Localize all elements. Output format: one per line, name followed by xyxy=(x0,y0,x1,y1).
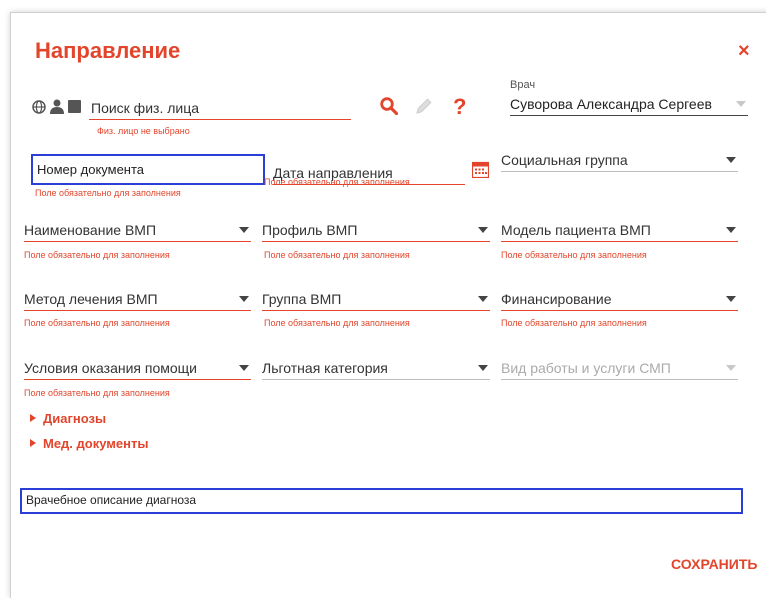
document-number-error: Поле обязательно для заполнения xyxy=(35,188,181,198)
diagnosis-description-field[interactable]: Врачебное описание диагноза xyxy=(20,488,743,514)
chevron-down-icon xyxy=(726,157,736,163)
vmp-patient-model-select[interactable]: Модель пациента ВМП xyxy=(501,219,738,242)
diagnoses-section-label: Диагнозы xyxy=(43,411,107,426)
expand-arrow-icon xyxy=(30,439,36,447)
calendar-icon[interactable] xyxy=(471,161,490,183)
help-icon[interactable]: ? xyxy=(452,94,466,122)
vmp-name-label: Наименование ВМП xyxy=(24,222,157,238)
benefit-category-select[interactable]: Льготная категория xyxy=(262,357,490,380)
vmp-method-error: Поле обязательно для заполнения xyxy=(24,318,170,328)
chevron-down-icon xyxy=(726,227,736,233)
med-documents-section-toggle[interactable]: Мед. документы xyxy=(30,436,148,451)
card-icon[interactable] xyxy=(68,100,81,118)
financing-label: Финансирование xyxy=(501,291,612,307)
save-button[interactable]: СОХРАНИТЬ xyxy=(671,556,757,572)
vmp-profile-error: Поле обязательно для заполнения xyxy=(264,250,410,260)
doctor-label: Врач xyxy=(510,79,536,91)
dialog-title: Направление xyxy=(35,38,181,63)
vmp-patient-model-error: Поле обязательно для заполнения xyxy=(501,250,647,260)
care-conditions-label: Условия оказания помощи xyxy=(24,360,197,376)
vmp-name-error: Поле обязательно для заполнения xyxy=(24,250,170,260)
chevron-down-icon xyxy=(726,365,736,371)
globe-icon[interactable] xyxy=(32,100,46,119)
vmp-group-error: Поле обязательно для заполнения xyxy=(264,318,410,328)
person-search-input[interactable]: Поиск физ. лица xyxy=(91,100,199,116)
diagnosis-description-label: Врачебное описание диагноза xyxy=(26,493,197,507)
person-icon[interactable] xyxy=(50,99,64,119)
care-conditions-error: Поле обязательно для заполнения xyxy=(24,388,170,398)
vmp-patient-model-label: Модель пациента ВМП xyxy=(501,222,651,238)
chevron-down-icon xyxy=(239,365,249,371)
smp-work-type-select[interactable]: Вид работы и услуги СМП xyxy=(501,357,738,380)
med-documents-section-label: Мед. документы xyxy=(43,436,149,451)
chevron-down-icon xyxy=(478,365,488,371)
social-group-select[interactable]: Социальная группа xyxy=(501,149,738,172)
search-icon[interactable] xyxy=(380,97,399,120)
chevron-down-icon xyxy=(478,296,488,302)
document-number-label: Номер документа xyxy=(37,162,145,177)
document-number-field[interactable]: Номер документа xyxy=(31,154,265,185)
person-search-status: Физ. лицо не выбрано xyxy=(97,126,190,136)
chevron-down-icon xyxy=(736,101,746,107)
chevron-down-icon xyxy=(726,296,736,302)
vmp-name-select[interactable]: Наименование ВМП xyxy=(24,219,251,242)
chevron-down-icon xyxy=(239,227,249,233)
vmp-profile-select[interactable]: Профиль ВМП xyxy=(262,219,490,242)
close-icon[interactable]: × xyxy=(738,41,750,61)
smp-work-type-label: Вид работы и услуги СМП xyxy=(501,360,671,376)
person-search-field[interactable]: Поиск физ. лица xyxy=(89,97,351,120)
vmp-method-label: Метод лечения ВМП xyxy=(24,291,158,307)
diagnoses-section-toggle[interactable]: Диагнозы xyxy=(30,411,106,426)
financing-select[interactable]: Финансирование xyxy=(501,288,738,311)
vmp-group-label: Группа ВМП xyxy=(262,291,342,307)
chevron-down-icon xyxy=(239,296,249,302)
expand-arrow-icon xyxy=(30,414,36,422)
benefit-category-label: Льготная категория xyxy=(262,360,388,376)
pencil-icon[interactable] xyxy=(415,97,433,120)
doctor-value: Суворова Александра Сергеев xyxy=(510,96,712,112)
vmp-profile-label: Профиль ВМП xyxy=(262,222,358,238)
doctor-select[interactable]: Суворова Александра Сергеев xyxy=(510,93,748,116)
referral-date-error: Поле обязательно для заполнения xyxy=(264,177,410,187)
care-conditions-select[interactable]: Условия оказания помощи xyxy=(24,357,251,380)
vmp-method-select[interactable]: Метод лечения ВМП xyxy=(24,288,251,311)
social-group-label: Социальная группа xyxy=(501,152,628,168)
svg-text:?: ? xyxy=(453,95,466,117)
chevron-down-icon xyxy=(478,227,488,233)
vmp-group-select[interactable]: Группа ВМП xyxy=(262,288,490,311)
financing-error: Поле обязательно для заполнения xyxy=(501,318,647,328)
